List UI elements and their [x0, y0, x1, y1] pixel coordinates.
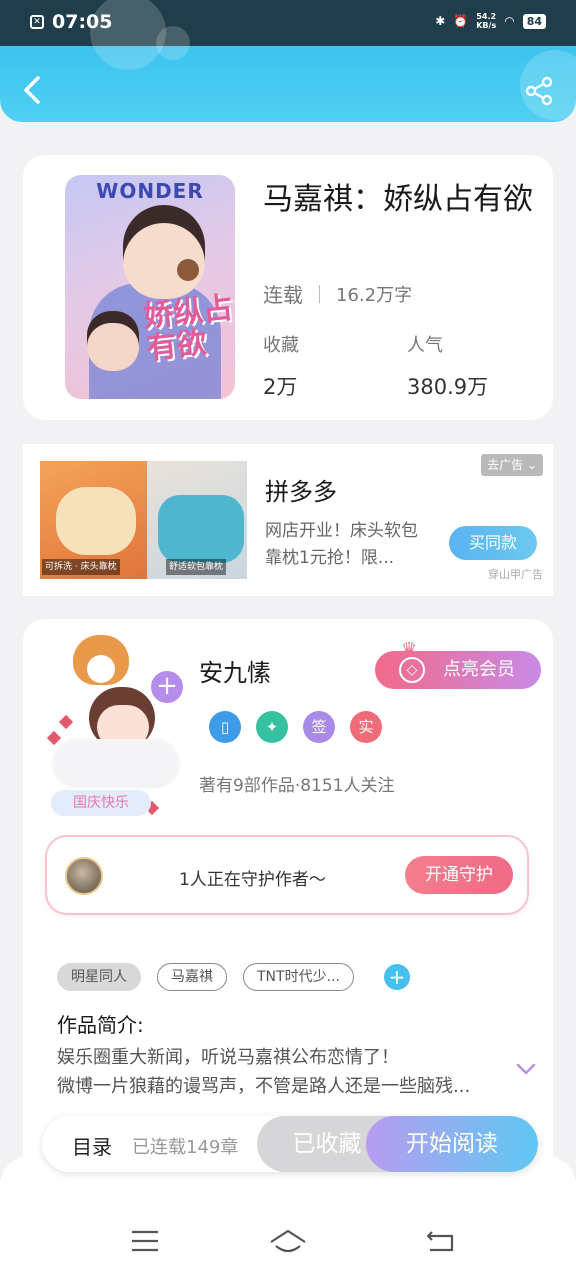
book-cover[interactable]: WONDER 娇纵占有欲: [65, 175, 235, 399]
chevron-down-icon[interactable]: [515, 1059, 537, 1079]
author-name: 安九愫: [199, 659, 271, 687]
intro-text: 娱乐圈重大新闻，听说马嘉祺公布恋情了！ 微博一片狼藉的谩骂声，不管是路人还是一些…: [57, 1047, 471, 1097]
tag-item[interactable]: 马嘉祺: [157, 963, 227, 991]
add-tag-button[interactable]: +: [383, 964, 410, 990]
diamond-icon: ◇: [399, 657, 425, 683]
book-meta: 连载 16.2万字: [263, 279, 412, 308]
book-title: 马嘉祺：娇纵占有欲: [263, 182, 533, 217]
verified-icon[interactable]: 实: [350, 711, 382, 743]
net-speed: 54.2 KB/s: [476, 12, 497, 30]
heart-icon: [58, 714, 74, 730]
bottom-action-bar: 目录 已连载149章 已收藏 开始阅读: [42, 1116, 538, 1172]
toc-button[interactable]: 目录: [72, 1131, 112, 1160]
book-info-card: WONDER 娇纵占有欲 马嘉祺：娇纵占有欲 连载 16.2万字 收藏 2万 人…: [23, 155, 553, 420]
author-avatar[interactable]: + 国庆快乐: [45, 629, 187, 816]
handshake-icon[interactable]: ✦: [256, 711, 288, 743]
cover-text-top: WONDER: [96, 179, 204, 203]
tag-list: 明星同人 马嘉祺 TNT时代少... +: [57, 963, 410, 991]
ad-image[interactable]: 可拆洗 · 床头靠枕 舒适软包靠枕: [40, 461, 247, 579]
ad-banner[interactable]: 可拆洗 · 床头靠枕 舒适软包靠枕 拼多多 网店开业！床头软包靠枕1元抢！限..…: [23, 444, 553, 596]
divider: [319, 284, 320, 303]
tag-item[interactable]: TNT时代少...: [243, 963, 354, 991]
ad-title: 拼多多: [265, 478, 337, 506]
popularity-stat: 人气 380.9万: [407, 335, 489, 399]
alarm-icon: ⏰: [453, 14, 469, 28]
home-icon[interactable]: [268, 1228, 308, 1256]
author-stats: 著有9部作品·8151人关注: [199, 776, 395, 796]
tag-item[interactable]: 明星同人: [57, 963, 141, 991]
follow-plus-button[interactable]: +: [149, 669, 185, 705]
sign-icon[interactable]: 签: [303, 711, 335, 743]
book-status: 连载: [263, 283, 303, 307]
phone-icon[interactable]: ▯: [209, 711, 241, 743]
book-word-count: 16.2万字: [336, 284, 413, 306]
ad-buy-button[interactable]: 买同款: [449, 526, 537, 560]
guard-text: 1人正在守护作者～: [179, 870, 326, 890]
system-nav-bar: [0, 1156, 576, 1280]
holiday-badge: 国庆快乐: [51, 790, 151, 816]
guard-button[interactable]: 开通守护: [405, 856, 513, 894]
heart-icon: [46, 730, 62, 746]
menu-icon[interactable]: [130, 1228, 160, 1254]
decor-bubble: [90, 0, 166, 70]
wifi-icon: ◠: [504, 14, 515, 28]
bluetooth-icon: ✱: [435, 14, 446, 28]
dog-illustration: [73, 635, 129, 685]
favorites-stat: 收藏 2万: [263, 335, 299, 399]
status-bar: ✕ 07:05 ✱ ⏰ 54.2 KB/s ◠ 84: [0, 0, 576, 46]
ad-source: 穿山甲广告: [488, 568, 543, 581]
author-badges: ▯ ✦ 签 实: [209, 711, 382, 743]
cover-title-art: 娇纵占有欲: [141, 290, 235, 367]
guard-box: 1人正在守护作者～ 开通守护: [45, 835, 529, 915]
notification-icon: ✕: [30, 15, 44, 29]
battery-indicator: 84: [522, 13, 546, 29]
remove-ad-button[interactable]: 去广告 ⌄: [481, 454, 543, 476]
decor-bubble: [156, 26, 190, 60]
intro-title: 作品简介:: [57, 1013, 144, 1037]
start-reading-button[interactable]: 开始阅读: [366, 1116, 538, 1172]
guardian-avatar: [65, 857, 103, 895]
share-icon[interactable]: [524, 76, 554, 106]
ad-description: 网店开业！床头软包靠枕1元抢！限...: [265, 521, 418, 568]
back-nav-icon[interactable]: [424, 1228, 456, 1254]
header: ✕ 07:05 ✱ ⏰ 54.2 KB/s ◠ 84: [0, 0, 576, 122]
back-icon[interactable]: [18, 72, 48, 108]
vip-button[interactable]: ♛ ◇ 点亮会员: [375, 639, 541, 689]
chapter-count[interactable]: 已连载149章: [132, 1133, 238, 1159]
